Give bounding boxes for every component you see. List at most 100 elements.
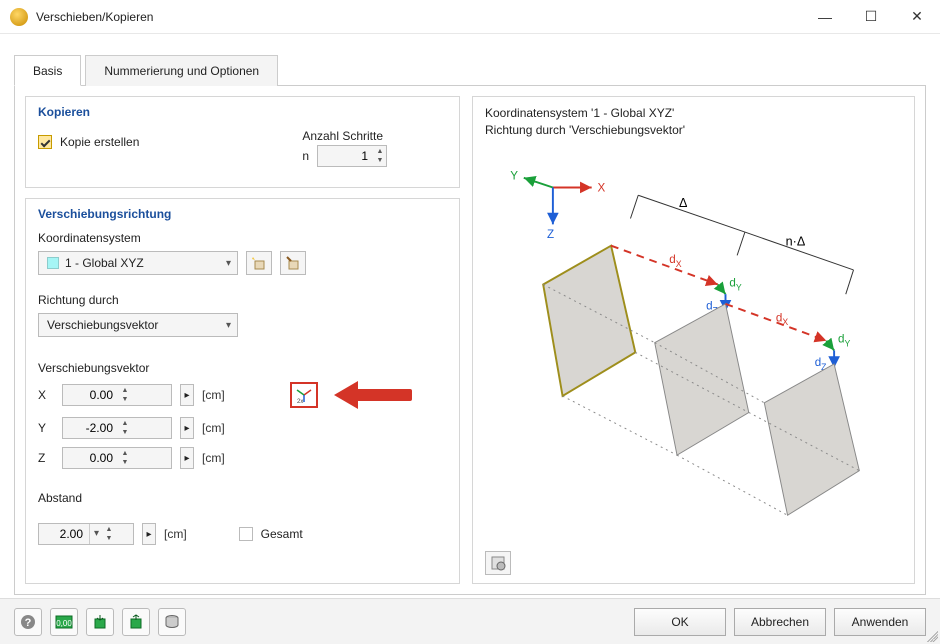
preview-settings-button[interactable] [485,551,511,575]
y-label: Y [38,421,54,435]
help-icon: ? [20,614,36,630]
edit-coord-button[interactable] [280,251,306,275]
x-input[interactable]: ▲▼ [62,384,172,406]
svg-text:n·Δ: n·Δ [786,234,806,248]
units-icon: 0,00 [55,615,73,629]
steps-input[interactable]: ▲▼ [317,145,387,167]
y-unit: [cm] [202,421,238,435]
abstand-input[interactable]: ▾ ▲▼ [38,523,134,545]
preview-canvas[interactable]: X Y Z Δ n·Δ [485,139,902,575]
footer: ? 0,00 OK Abbrechen Anwenden [0,598,940,644]
chevron-down-icon[interactable]: ▾ [89,524,103,544]
titlebar: Verschieben/Kopieren — ☐ ✕ [0,0,940,34]
cube-out-icon [128,614,144,630]
x-menu-button[interactable]: ▸ [180,384,194,406]
preview-panel: Koordinatensystem '1 - Global XYZ' Richt… [472,96,915,584]
svg-text:Z: Z [547,228,554,241]
window-title: Verschieben/Kopieren [36,10,153,24]
tab-panel: Kopieren Kopie erstellen Anzahl Schritte… [14,85,926,595]
x-field[interactable] [63,385,119,405]
coord-value: 1 - Global XYZ [65,256,144,270]
z-menu-button[interactable]: ▸ [180,447,194,469]
tab-basis[interactable]: Basis [14,55,81,86]
units-button[interactable]: 0,00 [50,608,78,636]
group-copy: Kopieren Kopie erstellen Anzahl Schritte… [25,96,460,188]
svg-text:dY: dY [729,276,741,292]
abstand-field[interactable] [39,524,89,544]
svg-text:dX: dX [669,253,681,269]
z-input[interactable]: ▲▼ [62,447,172,469]
svg-text:0,00: 0,00 [56,619,72,628]
abstand-unit: [cm] [164,527,187,541]
svg-text:X: X [597,181,605,194]
svg-text:?: ? [25,617,32,629]
database-button[interactable] [158,608,186,636]
richtung-label: Richtung durch [38,293,447,307]
x-label: X [38,388,54,402]
svg-text:Δ: Δ [679,195,688,209]
cancel-button[interactable]: Abbrechen [734,608,826,636]
x-unit: [cm] [202,388,238,402]
group-direction: Verschiebungsrichtung Koordinatensystem … [25,198,460,584]
vector-label: Verschiebungsvektor [38,361,447,375]
n-label: n [302,149,309,163]
z-unit: [cm] [202,451,238,465]
spinner-icon[interactable]: ▲▼ [119,449,131,467]
app-icon [10,8,28,26]
spinner-icon[interactable]: ▲▼ [374,147,386,165]
cube-in-icon [92,614,108,630]
chevron-down-icon: ▾ [226,320,231,331]
spinner-icon[interactable]: ▲▼ [119,386,131,404]
tab-strip: Basis Nummerierung und Optionen [14,54,926,85]
import-button[interactable] [86,608,114,636]
z-field[interactable] [63,448,119,468]
coord-label: Koordinatensystem [38,231,447,245]
svg-text:2x: 2x [297,399,303,404]
abstand-label: Abstand [38,491,447,505]
preview-diagram: X Y Z Δ n·Δ [485,139,902,575]
group-copy-title: Kopieren [38,105,447,119]
y-menu-button[interactable]: ▸ [180,417,194,439]
gesamt-checkbox[interactable]: Gesamt [239,527,303,541]
coord-select[interactable]: 1 - Global XYZ ▾ [38,251,238,275]
ok-button[interactable]: OK [634,608,726,636]
new-coord-button[interactable] [246,251,272,275]
resize-grip[interactable] [924,628,938,642]
create-copy-checkbox[interactable]: Kopie erstellen [38,135,139,149]
chevron-down-icon: ▾ [226,258,231,269]
spinner-icon[interactable]: ▲▼ [103,525,115,543]
pencil-cube-icon [285,255,301,271]
svg-text:dY: dY [838,332,850,348]
star-cube-icon [251,255,267,271]
y-input[interactable]: ▲▼ [62,417,172,439]
svg-text:Y: Y [510,169,518,182]
z-label: Z [38,451,54,465]
richtung-value: Verschiebungsvektor [47,318,158,332]
preview-title-1: Koordinatensystem '1 - Global XYZ' [485,105,902,122]
apply-button[interactable]: Anwenden [834,608,926,636]
richtung-select[interactable]: Verschiebungsvektor ▾ [38,313,238,337]
gesamt-label: Gesamt [261,527,303,541]
export-button[interactable] [122,608,150,636]
close-button[interactable]: ✕ [894,1,940,33]
database-icon [164,614,180,630]
maximize-button[interactable]: ☐ [848,1,894,33]
help-button[interactable]: ? [14,608,42,636]
group-direction-title: Verschiebungsrichtung [38,207,447,221]
checkbox-icon [38,135,52,149]
steps-label: Anzahl Schritte [302,129,387,143]
checkbox-icon [239,527,253,541]
svg-text:dX: dX [776,311,788,327]
abstand-menu-button[interactable]: ▸ [142,523,156,545]
create-copy-label: Kopie erstellen [60,135,139,149]
gear-grid-icon [490,555,506,571]
annotation-arrow-icon [334,381,412,409]
steps-field[interactable] [318,146,374,166]
pick-vector-button[interactable]: 2x [290,382,318,408]
minimize-button[interactable]: — [802,1,848,33]
y-field[interactable] [63,418,119,438]
preview-title-2: Richtung durch 'Verschiebungsvektor' [485,122,902,139]
coord-swatch-icon [47,257,59,269]
tab-numbering[interactable]: Nummerierung und Optionen [85,55,278,86]
spinner-icon[interactable]: ▲▼ [119,419,131,437]
